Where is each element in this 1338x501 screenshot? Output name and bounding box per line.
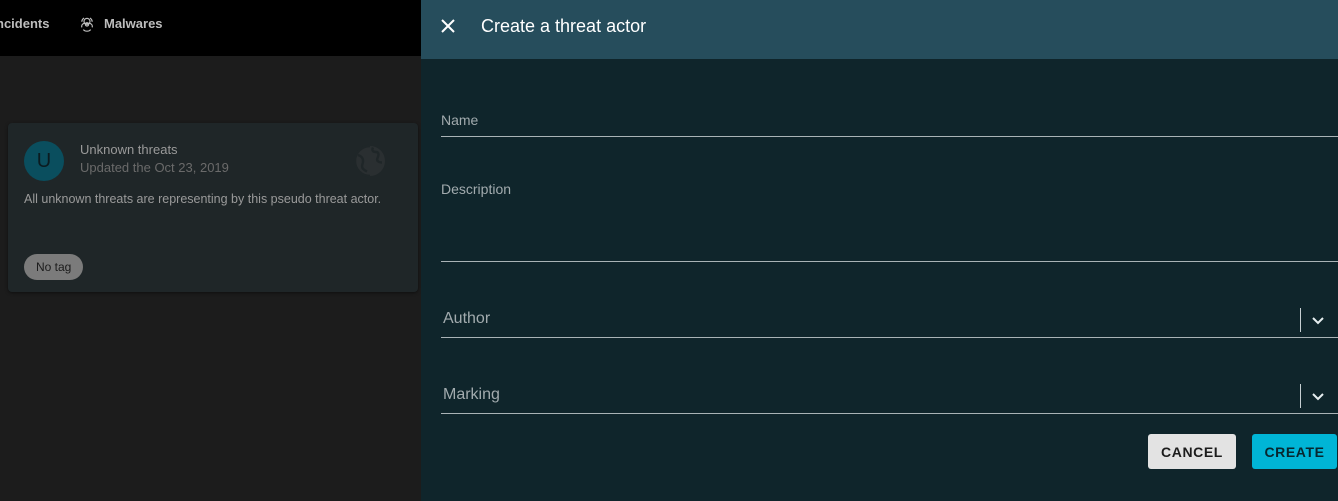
- chevron-down-icon[interactable]: [1309, 387, 1327, 405]
- drawer-header: Create a threat actor: [421, 0, 1338, 59]
- description-field[interactable]: Description: [441, 170, 1338, 262]
- card-updated-date: Updated the Oct 23, 2019: [80, 160, 229, 175]
- top-app-bar: ncidents Malwares: [0, 0, 421, 56]
- marking-label: Marking: [443, 386, 500, 403]
- close-icon[interactable]: [438, 16, 458, 36]
- nav-incidents[interactable]: ncidents: [0, 0, 49, 47]
- threat-actor-card[interactable]: U Unknown threats Updated the Oct 23, 20…: [8, 123, 418, 292]
- marking-select[interactable]: Marking: [441, 374, 1338, 414]
- create-button[interactable]: CREATE: [1252, 434, 1337, 469]
- card-title: Unknown threats: [80, 142, 178, 157]
- author-select[interactable]: Author: [441, 298, 1338, 338]
- cancel-button[interactable]: CANCEL: [1148, 434, 1236, 469]
- biohazard-icon: [78, 15, 96, 33]
- name-field[interactable]: Name: [441, 100, 1338, 137]
- nav-malwares[interactable]: Malwares: [78, 0, 163, 47]
- select-separator: [1300, 308, 1301, 332]
- select-separator: [1300, 384, 1301, 408]
- drawer-title: Create a threat actor: [481, 16, 647, 36]
- tag-chip[interactable]: No tag: [24, 254, 84, 280]
- avatar: U: [24, 141, 64, 181]
- card-description: All unknown threats are representing by …: [24, 192, 382, 206]
- chevron-down-icon[interactable]: [1309, 311, 1327, 329]
- nav-malwares-label: Malwares: [104, 16, 163, 31]
- description-label: Description: [441, 181, 512, 197]
- name-label: Name: [441, 112, 479, 128]
- nav-incidents-label: ncidents: [0, 16, 50, 31]
- create-threat-actor-drawer: Create a threat actor Name Description A…: [421, 0, 1338, 501]
- author-label: Author: [443, 310, 491, 327]
- globe-icon: [352, 143, 388, 179]
